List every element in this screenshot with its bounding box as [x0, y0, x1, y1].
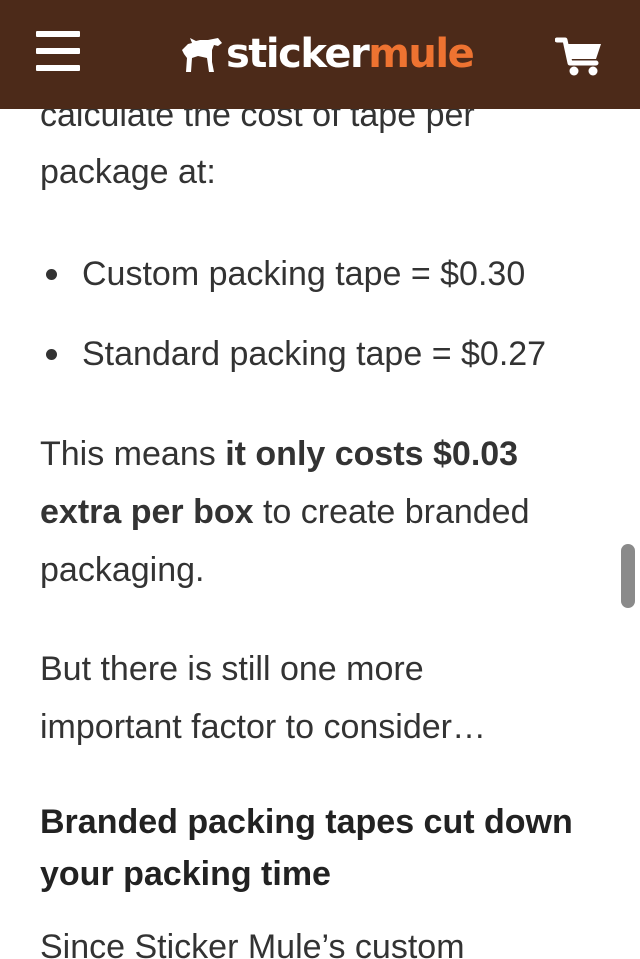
- list-item: Standard packing tape = $0.27: [40, 331, 600, 377]
- mule-icon: [182, 38, 222, 72]
- cost-paragraph: This means it only costs $0.03 extra per…: [40, 425, 600, 599]
- bullet-icon: [46, 349, 57, 360]
- cut-off-paragraph: Since Sticker Mule’s custom: [40, 928, 465, 959]
- logo-text-mule: mule: [368, 31, 475, 77]
- logo-text-sticker: sticker: [226, 31, 370, 77]
- section-heading: Branded packing tapes cut down your pack…: [40, 803, 573, 893]
- hamburger-menu-icon[interactable]: [36, 31, 82, 73]
- scrollbar-thumb[interactable]: [621, 544, 635, 608]
- price-list: Custom packing tape = $0.30 Standard pac…: [40, 251, 600, 377]
- factor-paragraph: But there is still one more important fa…: [40, 650, 486, 746]
- page: stickermule calculate the cost of tape p…: [0, 0, 640, 959]
- list-item-text: Custom packing tape = $0.30: [82, 255, 526, 293]
- logo-text: stickermule: [226, 28, 475, 80]
- sticker-mule-logo[interactable]: stickermule: [178, 28, 475, 80]
- shopping-cart-icon[interactable]: [554, 36, 605, 78]
- intro-line: package at:: [40, 153, 216, 191]
- text: This means: [40, 435, 226, 473]
- top-nav-bar: stickermule: [0, 0, 640, 109]
- list-item: Custom packing tape = $0.30: [40, 251, 600, 297]
- bullet-icon: [46, 269, 57, 280]
- list-item-text: Standard packing tape = $0.27: [82, 335, 547, 373]
